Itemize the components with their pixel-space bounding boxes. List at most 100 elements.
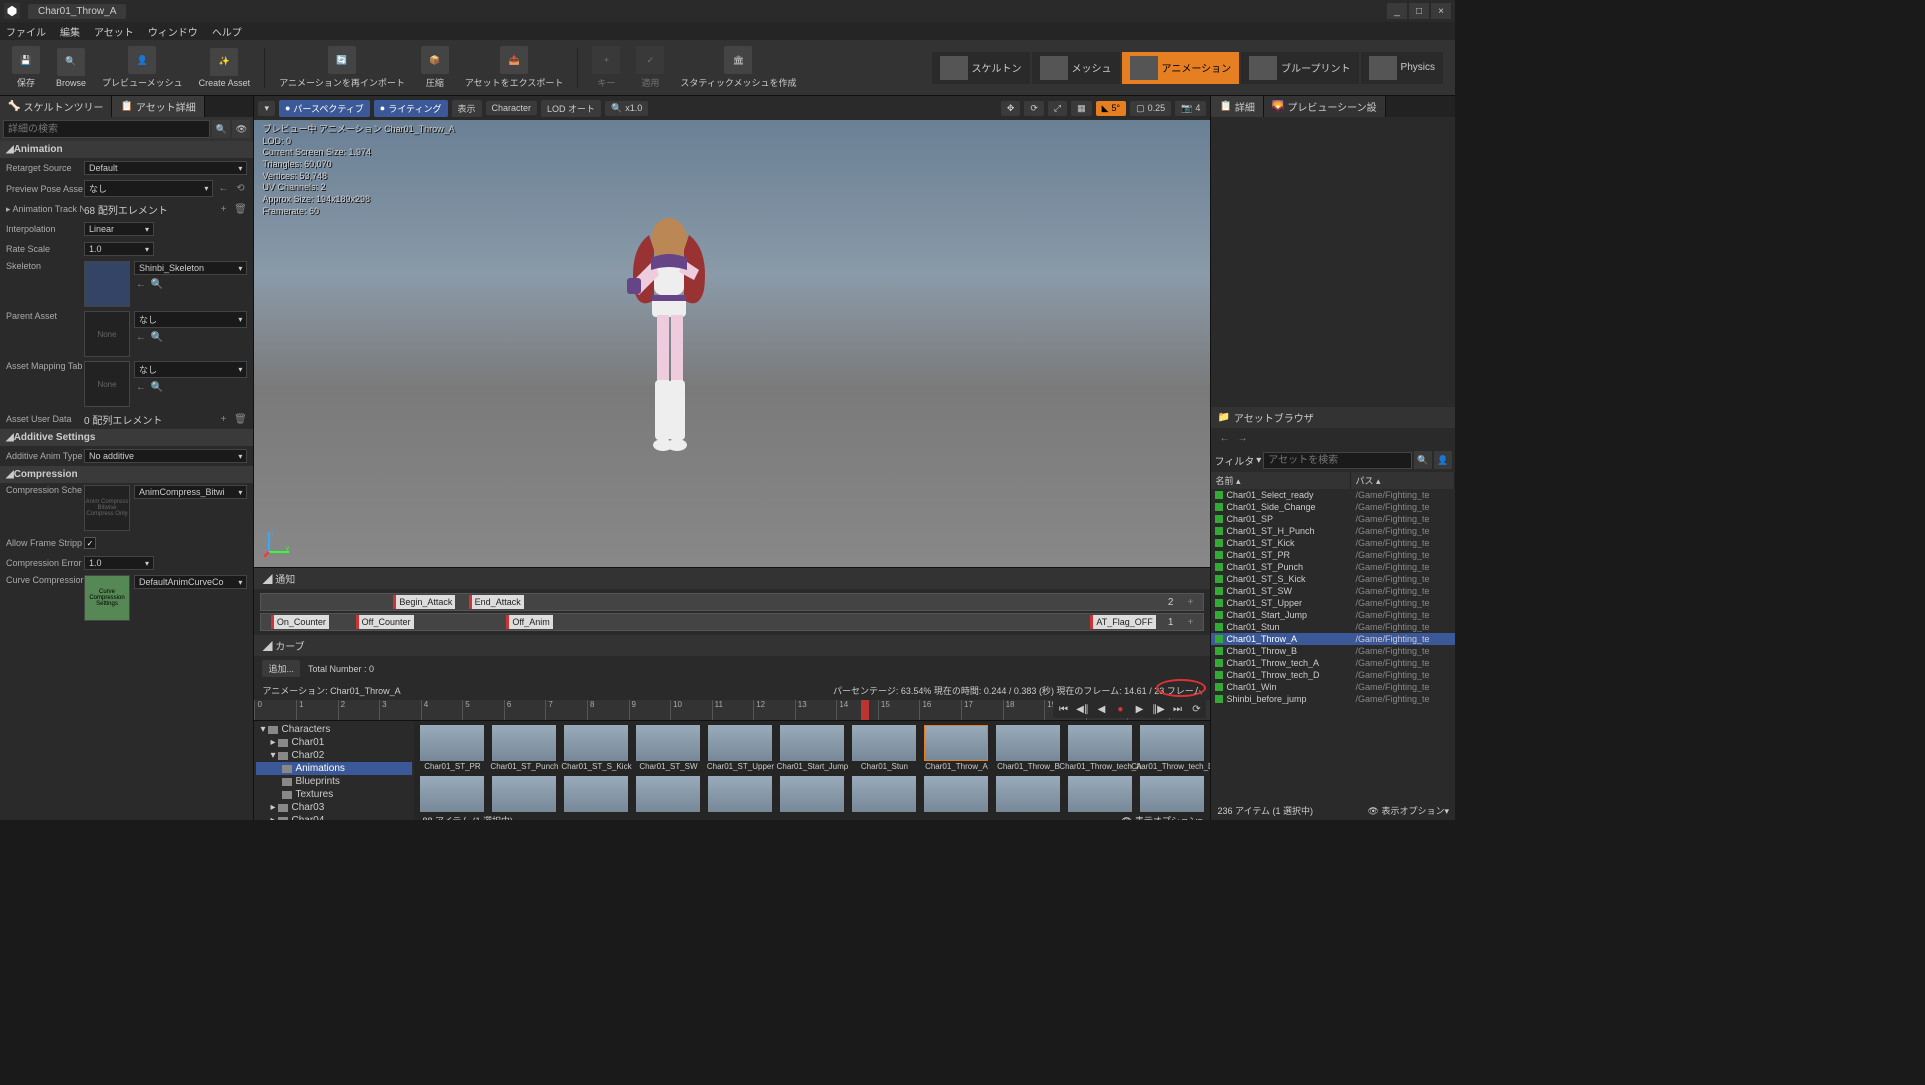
asset-row[interactable]: Char01_Select_ready/Game/Fighting_te [1211,489,1455,501]
asset-row[interactable]: Char01_Throw_tech_A/Game/Fighting_te [1211,657,1455,669]
ruler-tick[interactable]: 15 [878,700,920,720]
section-compression[interactable]: ◢ Compression [0,466,253,483]
anim-thumb[interactable]: Char01_Throw_tech_D [1138,725,1206,772]
display-options-button[interactable]: 👁 表示オプション▾ [1121,814,1202,820]
play-reverse-icon[interactable]: ◀ [1093,702,1109,716]
tree-char01[interactable]: ▸ Char01 [256,736,412,749]
transform-rotate-icon[interactable]: ⟳ [1024,101,1044,116]
make-static-mesh-button[interactable]: 🏛スタティックメッシュを作成 [674,42,802,93]
nav-forward-icon[interactable]: → [1235,431,1249,445]
snap-angle-button[interactable]: ◣ 5° [1096,101,1127,116]
notify-off-anim[interactable]: Off_Anim [506,615,552,629]
nav-back-icon[interactable]: ← [1217,431,1231,445]
menu-edit[interactable]: 編集 [60,24,80,39]
add-notify-icon[interactable]: + [1183,595,1197,609]
allow-frame-strip-checkbox[interactable]: ✓ [84,537,96,549]
asset-row[interactable]: Char01_ST_Punch/Game/Fighting_te [1211,561,1455,573]
lod-auto-button[interactable]: LOD オート [541,100,601,117]
playhead[interactable] [861,700,869,720]
clear-array-icon[interactable]: 🗑 [233,202,247,216]
user-icon[interactable]: 👤 [1434,451,1452,469]
show-button[interactable]: 表示 [452,100,482,117]
interpolation-dropdown[interactable]: Linear [84,222,154,236]
minimize-button[interactable]: _ [1387,3,1407,19]
anim-thumb-extra[interactable] [562,776,630,812]
speed-button[interactable]: 🔍 x1.0 [605,101,648,116]
rate-scale-input[interactable]: 1.0 [84,242,154,256]
notify-header[interactable]: ◢ 通知 [254,568,1210,589]
step-back-icon[interactable]: ◀∥ [1074,702,1090,716]
asset-row[interactable]: Char01_ST_Kick/Game/Fighting_te [1211,537,1455,549]
parent-asset-thumb[interactable]: None [84,311,130,357]
camera-speed-button[interactable]: 📷 4 [1175,101,1206,116]
anim-thumb-extra[interactable] [634,776,702,812]
asset-row[interactable]: Char01_Throw_A/Game/Fighting_te [1211,633,1455,645]
notify-on-counter[interactable]: On_Counter [271,615,329,629]
snap-grid-icon[interactable]: ▦ [1071,101,1092,116]
perspective-button[interactable]: ● パースペクティブ [279,100,370,117]
notify-track-1[interactable]: Begin_Attack End_Attack 2 + [260,593,1204,611]
additive-type-dropdown[interactable]: No additive [84,449,247,463]
filter-label[interactable]: フィルタ [1214,453,1254,468]
anim-thumb[interactable]: Char01_ST_Upper [706,725,774,772]
col-path[interactable]: パス ▴ [1351,472,1455,489]
ruler-tick[interactable]: 10 [670,700,712,720]
notify-at-flag-off[interactable]: AT_Flag_OFF [1090,615,1155,629]
comp-scheme-dropdown[interactable]: AnimCompress_Bitwi [134,485,247,499]
tree-char04[interactable]: ▸ Char04 [256,814,412,820]
anim-thumb-extra[interactable] [1138,776,1206,812]
play-icon[interactable]: ▶ [1131,702,1147,716]
section-animation[interactable]: ◢ Animation [0,141,253,158]
anim-thumb[interactable]: Char01_Start_Jump [778,725,846,772]
ruler-tick[interactable]: 1 [296,700,338,720]
notify-track-2[interactable]: On_Counter Off_Counter Off_Anim AT_Flag_… [260,613,1204,631]
anim-thumb-extra[interactable] [850,776,918,812]
browse-button[interactable]: 🔍Browse [50,44,92,92]
add-curve-button[interactable]: 追加... [262,660,300,677]
tab-preview-scene[interactable]: 🌄プレビューシーン設 [1264,96,1386,117]
mode-animation[interactable]: アニメーション [1122,52,1240,84]
asset-mapping-dropdown[interactable]: なし [134,361,247,378]
viewport-options-icon[interactable]: ▾ [258,101,275,116]
curve-header[interactable]: ◢ カーブ [254,635,1210,656]
compress-button[interactable]: 📦圧縮 [415,42,455,93]
notify-off-counter[interactable]: Off_Counter [356,615,414,629]
filter-chevron-icon[interactable]: ▾ [1256,455,1261,466]
add-element-icon[interactable]: + [216,412,230,426]
ruler-tick[interactable]: 3 [379,700,421,720]
create-asset-button[interactable]: ✨Create Asset [193,44,257,92]
go-end-icon[interactable]: ⏭ [1169,702,1185,716]
key-button[interactable]: +キー [586,42,626,93]
anim-thumb[interactable]: Char01_ST_SW [634,725,702,772]
parent-asset-dropdown[interactable]: なし [134,311,247,328]
ruler-tick[interactable]: 13 [795,700,837,720]
step-fwd-icon[interactable]: ∥▶ [1150,702,1166,716]
ruler-tick[interactable]: 7 [545,700,587,720]
save-button[interactable]: 💾保存 [6,42,46,93]
ruler-tick[interactable]: 14 [836,700,878,720]
ruler-tick[interactable]: 6 [504,700,546,720]
skeleton-dropdown[interactable]: Shinbi_Skeleton [134,261,247,275]
ruler-tick[interactable]: 0 [254,700,296,720]
prev-arrow-icon[interactable]: ← [216,182,230,196]
asset-row[interactable]: Char01_Side_Change/Game/Fighting_te [1211,501,1455,513]
anim-thumb-extra[interactable] [490,776,558,812]
reset-icon[interactable]: ⟲ [233,182,247,196]
ruler-tick[interactable]: 4 [421,700,463,720]
mode-physics[interactable]: Physics [1361,52,1443,84]
anim-thumb[interactable]: Char01_Throw_B [994,725,1062,772]
transform-move-icon[interactable]: ✥ [1001,101,1021,116]
retarget-source-dropdown[interactable]: Default [84,161,247,175]
use-selected-icon[interactable]: ← [134,277,148,291]
close-button[interactable]: × [1431,3,1451,19]
anim-thumb[interactable]: Char01_ST_S_Kick [562,725,630,772]
ruler-tick[interactable]: 12 [753,700,795,720]
character-button[interactable]: Character [486,101,538,115]
anim-thumb-extra[interactable] [418,776,486,812]
tree-textures[interactable]: Textures [256,788,412,801]
maximize-button[interactable]: □ [1409,3,1429,19]
browse-skeleton-icon[interactable]: 🔍 [150,277,164,291]
asset-row[interactable]: Char01_Stun/Game/Fighting_te [1211,621,1455,633]
ruler-tick[interactable]: 2 [338,700,380,720]
asset-mapping-thumb[interactable]: None [84,361,130,407]
